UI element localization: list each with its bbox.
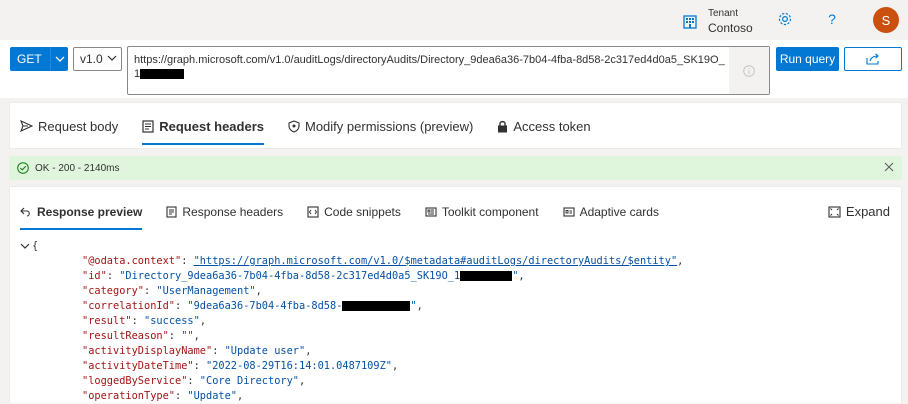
chevron-down-icon bbox=[107, 55, 117, 61]
toolkit-icon bbox=[425, 207, 437, 217]
json-key: "id" bbox=[82, 270, 107, 282]
tab-label: Code snippets bbox=[324, 205, 401, 219]
tab-access-token[interactable]: Access token bbox=[497, 117, 591, 135]
tab-request-headers[interactable]: Request headers bbox=[142, 117, 264, 145]
document-icon bbox=[142, 119, 154, 133]
json-line: "loggedByService": "Core Directory", bbox=[82, 375, 306, 387]
json-key: "activityDisplayName" bbox=[82, 345, 213, 357]
json-viewer: { "@odata.context": "https://graph.micro… bbox=[20, 239, 683, 404]
redaction-bar bbox=[460, 271, 513, 281]
document-icon bbox=[166, 206, 177, 218]
tenant-switcher[interactable]: Tenant Contoso bbox=[682, 8, 753, 34]
json-key: "category" bbox=[82, 285, 144, 297]
share-button[interactable] bbox=[844, 47, 902, 71]
json-root-line: { bbox=[20, 239, 683, 254]
redaction-bar bbox=[342, 301, 411, 311]
tab-label: Response headers bbox=[182, 205, 284, 219]
card-icon bbox=[563, 207, 575, 217]
query-bar: GET v1.0 https://graph.microsoft.com/v1.… bbox=[0, 40, 908, 98]
version-dropdown[interactable]: v1.0 bbox=[73, 47, 122, 71]
json-key: "@odata.context" bbox=[82, 255, 182, 267]
version-label: v1.0 bbox=[80, 52, 103, 66]
tab-toolkit-component[interactable]: Toolkit component bbox=[425, 204, 539, 220]
json-value-end: " bbox=[410, 300, 417, 312]
gear-icon[interactable] bbox=[777, 11, 793, 27]
json-line: "@odata.context": "https://graph.microso… bbox=[82, 255, 684, 267]
json-value: "2022-08-29T16:14:01.0487109Z" bbox=[206, 360, 392, 372]
tenant-label: Tenant bbox=[708, 8, 739, 19]
json-key: "operationType" bbox=[82, 390, 175, 402]
json-value-end: " bbox=[512, 270, 519, 282]
json-key: "loggedByService" bbox=[82, 375, 188, 387]
json-line: "id": "Directory_9dea6a36-7b04-4fba-8d58… bbox=[82, 270, 525, 282]
json-open-brace: { bbox=[32, 240, 39, 252]
tab-response-headers[interactable]: Response headers bbox=[166, 204, 283, 220]
tab-label: Toolkit component bbox=[441, 205, 539, 219]
tab-response-preview[interactable]: Response preview bbox=[20, 204, 143, 230]
help-icon[interactable]: ? bbox=[824, 11, 840, 27]
tab-label: Request headers bbox=[159, 118, 264, 134]
response-panel: Response preview Response headers Code s… bbox=[9, 186, 902, 403]
tab-label: Adaptive cards bbox=[579, 205, 659, 219]
tab-label: Access token bbox=[513, 118, 591, 134]
url-text: https://graph.microsoft.com/v1.0/auditLo… bbox=[134, 54, 725, 80]
tab-code-snippets[interactable]: Code snippets bbox=[307, 204, 401, 220]
undo-icon bbox=[20, 207, 30, 217]
url-input[interactable]: https://graph.microsoft.com/v1.0/auditLo… bbox=[127, 46, 770, 95]
json-value: "success" bbox=[144, 315, 200, 327]
tab-modify-permissions[interactable]: Modify permissions (preview) bbox=[288, 117, 473, 135]
tab-label: Modify permissions (preview) bbox=[305, 118, 474, 134]
json-key: "result" bbox=[82, 315, 132, 327]
json-line: "correlationId": "9dea6a36-7b04-4fba-8d5… bbox=[82, 300, 423, 312]
json-key: "activityDateTime" bbox=[82, 360, 194, 372]
svg-text:?: ? bbox=[828, 11, 836, 27]
expand-icon bbox=[828, 205, 841, 218]
json-value: "Update" bbox=[187, 390, 238, 402]
tab-label: Response preview bbox=[37, 205, 143, 219]
json-value: "Update user" bbox=[224, 345, 306, 357]
tab-request-body[interactable]: Request body bbox=[20, 117, 118, 135]
json-value: "UserManagement" bbox=[156, 285, 256, 297]
json-key: "resultReason" bbox=[82, 330, 169, 342]
share-icon bbox=[866, 53, 879, 65]
lock-icon bbox=[498, 120, 508, 132]
json-value: "Core Directory" bbox=[199, 375, 299, 387]
json-line: "category": "UserManagement", bbox=[82, 285, 262, 297]
run-query-button[interactable]: Run query bbox=[776, 47, 839, 71]
request-panel: Request body Request headers Modify perm… bbox=[9, 102, 902, 149]
json-line: "operationType": "Update", bbox=[82, 390, 244, 402]
method-label: GET bbox=[17, 52, 42, 66]
close-icon[interactable] bbox=[884, 162, 894, 172]
json-value: "Directory_9dea6a36-7b04-4fba-8d58-2c317… bbox=[119, 270, 461, 282]
expand-button[interactable]: Expand bbox=[828, 204, 890, 219]
info-icon[interactable] bbox=[729, 47, 769, 94]
status-text: OK - 200 - 2140ms bbox=[35, 162, 120, 174]
send-icon bbox=[20, 120, 33, 132]
top-bar: Tenant Contoso ? S bbox=[0, 0, 908, 40]
chevron-down-icon[interactable] bbox=[20, 242, 30, 250]
tenant-name: Contoso bbox=[708, 21, 753, 35]
status-bar: OK - 200 - 2140ms bbox=[9, 156, 902, 180]
chevron-down-icon bbox=[50, 47, 68, 71]
method-dropdown[interactable]: GET bbox=[10, 47, 68, 71]
json-line: "result": "success", bbox=[82, 315, 207, 327]
tab-adaptive-cards[interactable]: Adaptive cards bbox=[563, 204, 659, 220]
json-line: "activityDisplayName": "Update user", bbox=[82, 345, 312, 357]
json-key: "correlationId" bbox=[82, 300, 175, 312]
avatar[interactable]: S bbox=[873, 7, 899, 33]
json-line: "activityDateTime": "2022-08-29T16:14:01… bbox=[82, 360, 399, 372]
json-line: "resultReason": "", bbox=[82, 330, 200, 342]
json-value: "9dea6a36-7b04-4fba-8d58- bbox=[187, 300, 343, 312]
redaction-bar bbox=[140, 69, 185, 80]
expand-label: Expand bbox=[845, 204, 890, 219]
tab-label: Request body bbox=[38, 118, 119, 134]
json-link-value[interactable]: "https://graph.microsoft.com/v1.0/$metad… bbox=[194, 255, 678, 267]
code-icon bbox=[307, 206, 319, 218]
checkmark-circle-icon bbox=[17, 162, 29, 174]
json-value: "" bbox=[181, 330, 194, 342]
building-icon bbox=[683, 15, 697, 29]
shield-icon bbox=[288, 119, 300, 133]
